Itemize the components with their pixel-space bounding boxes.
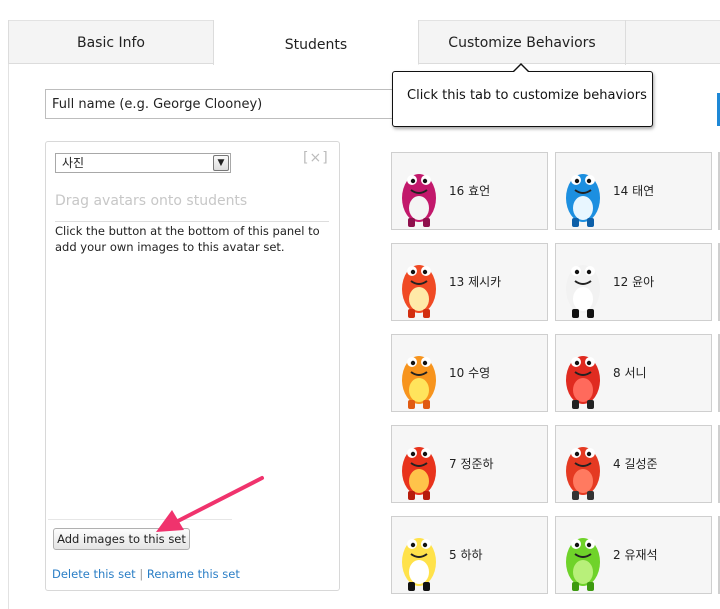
monster-avatar-icon bbox=[402, 265, 436, 318]
student-card[interactable]: 5 하하 bbox=[391, 516, 548, 594]
student-card[interactable]: 4 길성준 bbox=[555, 425, 712, 503]
student-name-label: 10 수영 bbox=[449, 366, 491, 380]
student-name-input[interactable] bbox=[45, 89, 395, 119]
tab-customize-behaviors[interactable]: Customize Behaviors bbox=[419, 20, 626, 65]
student-name-label: 4 길성준 bbox=[613, 457, 658, 471]
chevron-down-icon[interactable]: ▼ bbox=[213, 155, 229, 171]
student-card[interactable]: 13 제시카 bbox=[391, 243, 548, 321]
student-card[interactable]: 8 서니 bbox=[555, 334, 712, 412]
monster-avatar-icon bbox=[566, 265, 600, 318]
divider bbox=[55, 221, 329, 222]
student-name-label: 8 서니 bbox=[613, 366, 647, 380]
student-card[interactable]: 12 윤아 bbox=[555, 243, 712, 321]
student-name-label: 13 제시카 bbox=[449, 275, 502, 289]
tooltip-arrow-fill bbox=[514, 65, 528, 72]
avatar-set-select-value: 사진 bbox=[62, 156, 85, 170]
student-card[interactable]: 2 유재석 bbox=[555, 516, 712, 594]
set-links: Delete this set | Rename this set bbox=[52, 567, 240, 581]
help-text: Click the button at the bottom of this p… bbox=[55, 224, 320, 254]
delete-set-link[interactable]: Delete this set bbox=[52, 567, 136, 581]
close-panel-button[interactable]: [×] bbox=[303, 150, 329, 166]
link-separator: | bbox=[139, 567, 144, 581]
monster-avatar-icon bbox=[566, 356, 600, 409]
student-card[interactable]: 7 정준하 bbox=[391, 425, 548, 503]
tab-students[interactable]: Students bbox=[214, 20, 419, 65]
student-name-label: 5 하하 bbox=[449, 548, 483, 562]
monster-avatar-icon bbox=[402, 174, 436, 227]
drag-hint: Drag avatars onto students bbox=[55, 193, 248, 209]
student-name-label: 7 정준하 bbox=[449, 457, 494, 471]
student-card[interactable]: 16 효언 bbox=[391, 152, 548, 230]
tooltip: Click this tab to customize behaviors bbox=[392, 71, 653, 127]
monster-avatar-icon bbox=[566, 174, 600, 227]
monster-avatar-icon bbox=[402, 356, 436, 409]
content-frame-border bbox=[8, 64, 9, 609]
tooltip-text: Click this tab to customize behaviors bbox=[407, 88, 647, 103]
monster-avatar-icon bbox=[402, 538, 436, 591]
student-name-label: 2 유재석 bbox=[613, 548, 658, 562]
student-name-label: 12 윤아 bbox=[613, 275, 655, 289]
annotation-arrow-icon bbox=[156, 476, 264, 532]
monster-avatar-icon bbox=[566, 538, 600, 591]
monster-avatar-icon bbox=[402, 447, 436, 500]
monster-avatar-icon bbox=[566, 447, 600, 500]
student-card[interactable]: 14 태연 bbox=[555, 152, 712, 230]
tab-basic-info[interactable]: Basic Info bbox=[8, 20, 214, 65]
top-bar bbox=[0, 0, 720, 20]
student-card[interactable]: 10 수영 bbox=[391, 334, 548, 412]
avatar-set-select[interactable]: 사진 ▼ bbox=[55, 153, 231, 173]
student-name-label: 16 효언 bbox=[449, 184, 491, 198]
student-name-label: 14 태연 bbox=[613, 184, 655, 198]
rename-set-link[interactable]: Rename this set bbox=[147, 567, 240, 581]
